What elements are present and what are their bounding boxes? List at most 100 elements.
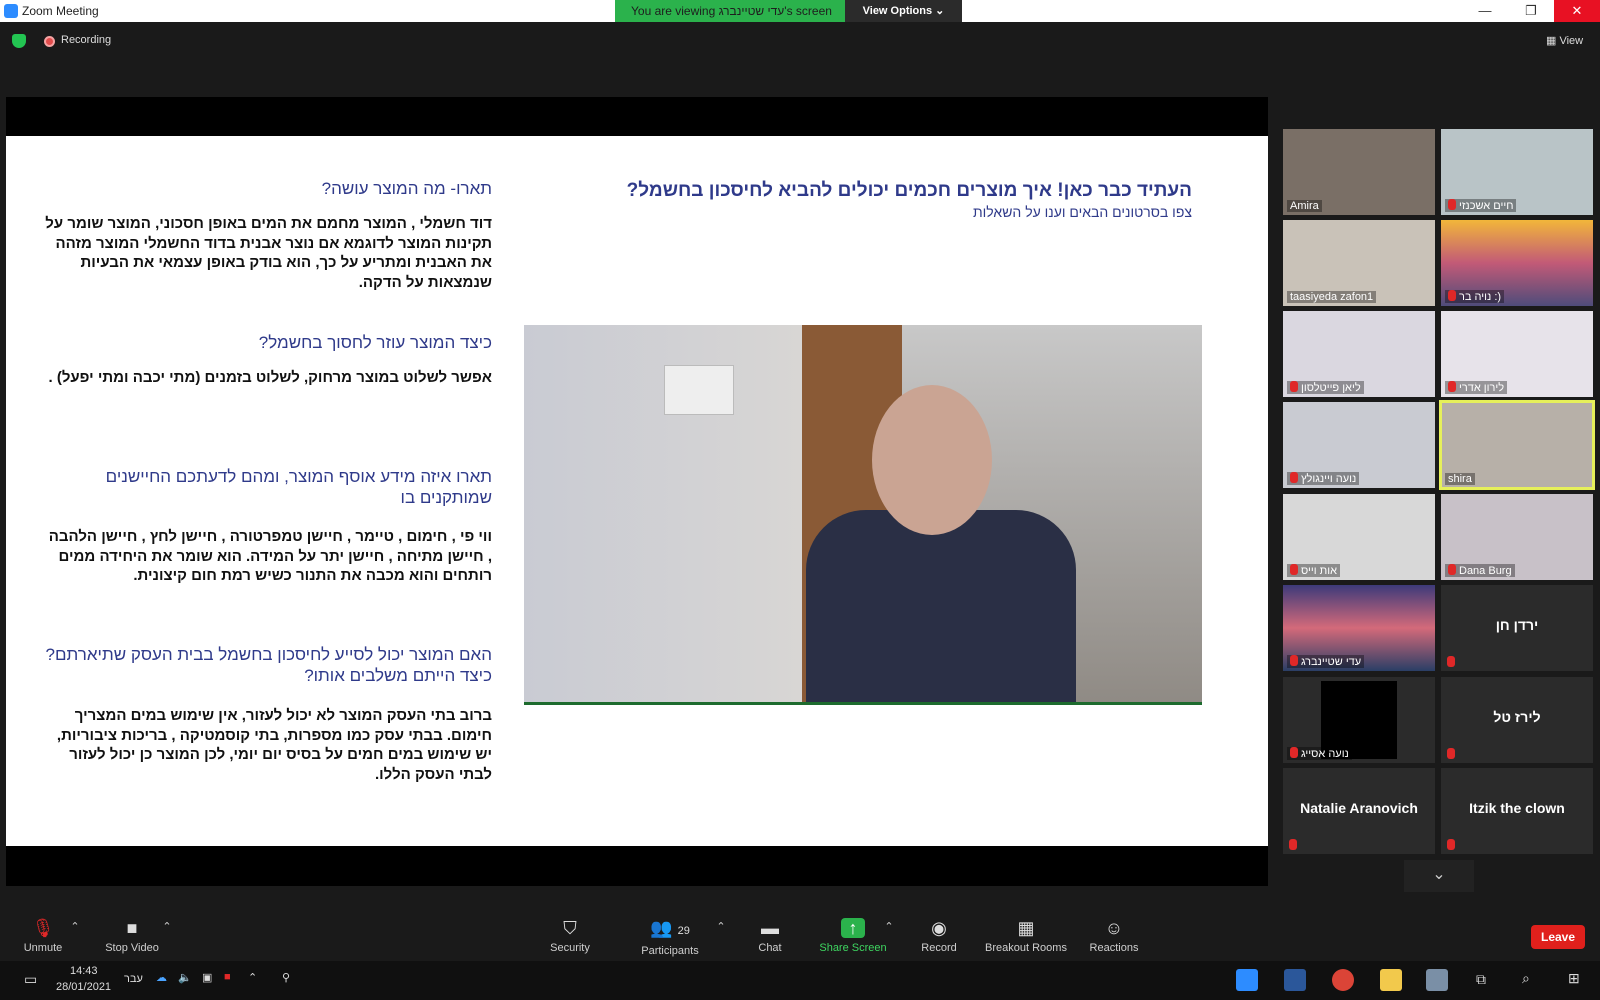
participant-tile[interactable]: נועה ויינגולץ	[1283, 402, 1435, 488]
share-options-caret[interactable]: ⌃	[882, 920, 896, 933]
notifications-icon[interactable]: ▭	[24, 971, 37, 988]
search-icon[interactable]: ⌕	[1522, 970, 1530, 987]
zoom-taskbar-icon[interactable]	[1236, 969, 1258, 991]
participant-tile[interactable]: Dana Burg	[1441, 494, 1593, 580]
file-explorer-taskbar-icon[interactable]	[1380, 969, 1402, 991]
volume-icon[interactable]: 🔈	[178, 971, 192, 984]
muted-mic-icon	[1290, 747, 1298, 758]
calculator-taskbar-icon[interactable]	[1426, 969, 1448, 991]
participant-name: עדי שטיינברג	[1287, 655, 1365, 668]
participant-name: Amira	[1287, 200, 1322, 212]
participant-name: נועה אסייג	[1287, 747, 1352, 760]
word-taskbar-icon[interactable]	[1284, 969, 1306, 991]
muted-mic-icon	[1290, 564, 1298, 575]
participant-tile[interactable]: taasiyeda zafon1	[1283, 220, 1435, 306]
participant-tile[interactable]: עדי שטיינברג	[1283, 585, 1435, 671]
meeting-toolbar	[0, 904, 1600, 960]
maximize-button[interactable]: ❐	[1508, 0, 1554, 22]
participant-name: taasiyeda zafon1	[1287, 291, 1377, 303]
participant-tile[interactable]: Natalie Aranovich	[1283, 768, 1435, 854]
participants-icon: 👥 29	[650, 918, 690, 938]
muted-mic-icon	[1448, 199, 1456, 210]
people-icon[interactable]: ⚲	[282, 971, 290, 984]
participant-tile[interactable]: לירון אדרי	[1441, 311, 1593, 397]
participant-tile[interactable]: נויה בר :)	[1441, 220, 1593, 306]
muted-mic-icon	[1448, 381, 1456, 392]
question-4: האם המוצר יכול לסייע לחיסכון בחשמל בבית …	[45, 645, 492, 685]
recording-label[interactable]: Recording	[61, 34, 111, 46]
embedded-video[interactable]	[524, 325, 1202, 705]
slide-subtitle: צפו בסרטונים הבאים וענו על השאלות	[972, 204, 1192, 220]
shield-icon: ⛉	[563, 918, 577, 938]
participant-tile[interactable]: ירדן חן	[1441, 585, 1593, 671]
taskbar-date[interactable]: 28/01/2021	[56, 981, 111, 993]
taskbar-time[interactable]: 14:43	[70, 965, 98, 977]
view-label: View	[1559, 35, 1584, 47]
participant-name: חיים אשכנזי	[1445, 199, 1517, 212]
unmute-button[interactable]: 🎙 Unmute	[18, 918, 68, 954]
breakout-rooms-button[interactable]: ▦ Breakout Rooms	[978, 918, 1074, 954]
security-shield-icon[interactable]	[12, 34, 26, 48]
muted-mic-icon	[1447, 748, 1455, 759]
participants-count: 29	[677, 925, 690, 937]
view-options-button[interactable]: View Options ⌄	[845, 0, 962, 22]
answer-3: ווי פי , חימום , טיימר , חיישן טמפרטורה …	[48, 528, 492, 584]
participant-name: Itzik the clown	[1469, 800, 1565, 816]
recording-icon	[44, 36, 55, 47]
participant-tile[interactable]: לירז טל	[1441, 677, 1593, 763]
viewing-screen-banner: You are viewing עדי שטיינברג's screen	[615, 0, 845, 22]
participant-name: נויה בר :)	[1445, 290, 1505, 303]
share-screen-label: Share Screen	[819, 942, 887, 954]
participant-name: Dana Burg	[1445, 564, 1515, 577]
close-button[interactable]: ✕	[1554, 0, 1600, 22]
participants-options-caret[interactable]: ⌃	[714, 920, 728, 933]
record-icon: ◉	[931, 918, 947, 938]
onedrive-icon[interactable]: ☁	[156, 971, 167, 984]
chrome-taskbar-icon[interactable]	[1332, 969, 1354, 991]
video-presenter-head	[872, 385, 992, 535]
video-camera-icon: ■	[126, 918, 138, 938]
participant-tile[interactable]: shira	[1439, 400, 1595, 490]
participant-tile[interactable]: Itzik the clown	[1441, 768, 1593, 854]
window-title: Zoom Meeting	[22, 4, 99, 18]
record-button[interactable]: ◉ Record	[914, 918, 964, 954]
leave-button[interactable]: Leave	[1531, 925, 1585, 949]
participant-tile[interactable]: נועה אסייג	[1283, 677, 1435, 763]
chat-button[interactable]: ▬ Chat	[750, 918, 790, 954]
reactions-button[interactable]: ☺ Reactions	[1086, 918, 1142, 954]
muted-mic-icon	[1289, 839, 1297, 850]
participants-button[interactable]: 👥 29 Participants	[638, 918, 702, 957]
security-button[interactable]: ⛉ Security	[544, 918, 596, 954]
muted-mic-icon	[1290, 472, 1298, 483]
windows-taskbar: ▭ 14:43 28/01/2021 עבר ☁ 🔈 ▣ ■ ⌃ ⚲ ⧉ ⌕ ⊞	[0, 961, 1600, 1000]
question-2: כיצד המוצר עוזר לחסוך בחשמל?	[258, 333, 492, 352]
input-language[interactable]: עבר	[124, 973, 143, 985]
participant-tile[interactable]: אות וייס	[1283, 494, 1435, 580]
gallery-scroll-down-button[interactable]: ⌄	[1404, 860, 1474, 892]
stop-video-button[interactable]: ■ Stop Video	[100, 918, 164, 954]
share-screen-button[interactable]: ↑ Share Screen	[816, 918, 890, 954]
chat-bubble-icon: ▬	[761, 918, 779, 938]
muted-mic-icon	[1447, 839, 1455, 850]
participant-tile[interactable]: ליאן פייטלסון	[1283, 311, 1435, 397]
reactions-label: Reactions	[1089, 942, 1139, 954]
question-3: תארו איזה מידע אוסף המוצר, ומהם לדעתכם ה…	[105, 467, 492, 507]
show-hidden-icons[interactable]: ⌃	[248, 971, 257, 984]
participant-tile[interactable]: חיים אשכנזי	[1441, 129, 1593, 215]
unmute-label: Unmute	[23, 942, 63, 954]
muted-mic-icon	[1290, 381, 1298, 392]
muted-mic-icon: 🎙	[31, 918, 55, 938]
participant-tile[interactable]: Amira	[1283, 129, 1435, 215]
audio-options-caret[interactable]: ⌃	[68, 920, 82, 933]
participants-label: Participants	[641, 945, 699, 957]
gallery-view-button[interactable]: ▦ View	[1546, 34, 1583, 47]
share-screen-icon: ↑	[841, 918, 865, 938]
video-options-caret[interactable]: ⌃	[160, 920, 174, 933]
security-label: Security	[550, 942, 590, 954]
tray-app-icon[interactable]: ■	[224, 971, 231, 983]
network-icon[interactable]: ▣	[202, 971, 212, 984]
minimize-button[interactable]: —	[1462, 0, 1508, 22]
zoom-logo-icon	[4, 4, 18, 18]
windows-start-icon[interactable]: ⊞	[1568, 970, 1580, 987]
task-view-icon[interactable]: ⧉	[1476, 971, 1486, 988]
